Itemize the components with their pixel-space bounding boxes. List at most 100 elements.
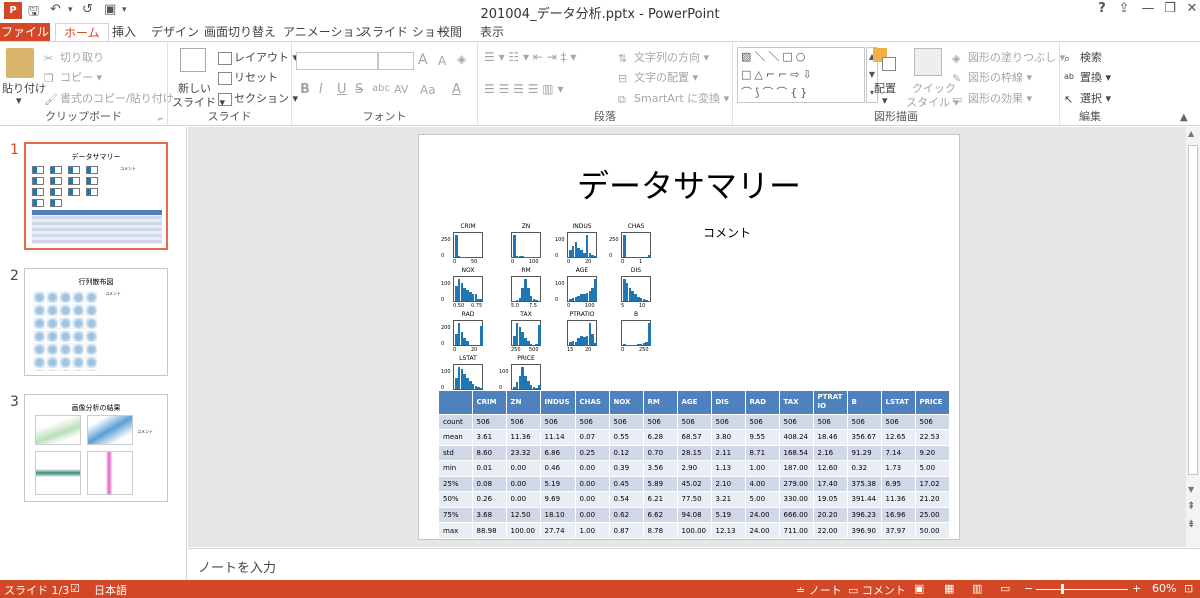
- new-slide-icon[interactable]: [180, 48, 206, 72]
- collapse-ribbon-icon[interactable]: ▲: [1180, 112, 1188, 123]
- find-button[interactable]: ⌕ 検索: [1064, 49, 1102, 65]
- histogram-bar: [594, 255, 597, 257]
- tab-transitions[interactable]: 画面切り替え: [196, 23, 284, 42]
- arrange-dropdown-icon[interactable]: ▾: [882, 94, 888, 107]
- paste-button[interactable]: 貼り付け: [2, 80, 46, 96]
- zoom-slider[interactable]: [1036, 589, 1128, 590]
- table-cell: 8.71: [745, 444, 780, 461]
- grow-font-button[interactable]: A: [418, 52, 428, 68]
- text-direction-button[interactable]: ⇅ 文字列の方向 ▾: [618, 49, 709, 65]
- summary-table[interactable]: CRIM ZN INDUS CHAS NOX RM AGE DIS RAD TAX PTRAT IO…: [439, 391, 950, 538]
- replace-button[interactable]: ab 置換 ▾: [1064, 69, 1111, 85]
- shapes-gallery[interactable]: ▧＼＼□○ □△⌐⌐⇨⇩ ⌒⟆⌒⌒{}: [737, 47, 865, 103]
- layout-button[interactable]: レイアウト ▾: [218, 49, 298, 65]
- slide-thumbnail-3[interactable]: 画像分析の結果 コメント: [24, 394, 168, 502]
- select-button[interactable]: ↖ 選択 ▾: [1064, 90, 1111, 106]
- cut-button[interactable]: ✂ 切り取り: [44, 49, 104, 65]
- fit-slide-icon[interactable]: ⊡: [1184, 582, 1193, 595]
- close-icon[interactable]: ✕: [1180, 1, 1200, 16]
- alignment-icons[interactable]: ☰ ☰ ☰ ☰ ▥ ▾: [484, 82, 563, 96]
- shadow-button[interactable]: abc: [372, 83, 390, 94]
- histogram-bar: [513, 235, 516, 257]
- slideshow-view-icon[interactable]: ▭: [1000, 582, 1010, 595]
- quick-styles-icon[interactable]: [914, 48, 942, 76]
- vertical-scrollbar[interactable]: ▲ ▼ ⇞ ⇟: [1186, 127, 1200, 547]
- arrange-icon[interactable]: [873, 48, 899, 72]
- table-header-cell: ZN: [506, 391, 541, 414]
- prediction-scatter-preview: [87, 415, 133, 445]
- table-cell: 75%: [439, 506, 473, 523]
- notes-placeholder[interactable]: ノートを入力: [198, 557, 276, 576]
- scroll-down-icon[interactable]: ▼: [1188, 485, 1194, 494]
- language-indicator[interactable]: 日本語: [94, 582, 127, 598]
- reading-view-icon[interactable]: ▥: [972, 582, 982, 595]
- tab-home[interactable]: ホーム: [55, 23, 109, 42]
- slide-title[interactable]: データサマリー: [419, 161, 959, 207]
- previous-slide-icon[interactable]: ⇞: [1187, 501, 1195, 512]
- next-slide-icon[interactable]: ⇟: [1187, 519, 1195, 530]
- current-slide[interactable]: データサマリー コメント CRIM 250 0 0 50 ZN 0 100 INDUS 100 0 0…: [418, 134, 960, 540]
- slide-sorter-icon[interactable]: ▦: [944, 582, 954, 595]
- restore-icon[interactable]: ❐: [1158, 1, 1182, 16]
- notes-toggle[interactable]: ≐ ノート: [796, 582, 842, 598]
- histogram-axes: [453, 364, 483, 390]
- reset-button[interactable]: リセット: [218, 69, 278, 85]
- table-header-cell: CRIM: [472, 391, 507, 414]
- font-name-combo[interactable]: [296, 52, 378, 70]
- font-color-button[interactable]: A: [452, 82, 461, 97]
- histogram-xtick: 0: [567, 259, 571, 265]
- format-painter-button[interactable]: 🖌 書式のコピー/貼り付け: [44, 90, 174, 106]
- zoom-in-button[interactable]: +: [1132, 582, 1141, 595]
- paste-icon[interactable]: [6, 48, 34, 78]
- histogram: CHAS 250 0 0 1: [609, 223, 677, 267]
- slide-thumbnail-2[interactable]: 行列散布図 コメント: [24, 268, 168, 376]
- align-text-button[interactable]: ⊟ 文字の配置 ▾: [618, 69, 698, 85]
- font-size-combo[interactable]: [378, 52, 414, 70]
- clear-formatting-icon[interactable]: ◈: [457, 52, 466, 66]
- shape-fill-button[interactable]: ◈ 図形の塗りつぶし ▾: [952, 49, 1065, 65]
- slide-thumbnail-1[interactable]: データサマリー コメント: [24, 142, 168, 250]
- shape-outline-button[interactable]: ✎ 図形の枠線 ▾: [952, 69, 1032, 85]
- table-header-cell: INDUS: [540, 391, 576, 414]
- ribbon-display-options-icon[interactable]: ⇪: [1112, 1, 1136, 16]
- tab-view[interactable]: 表示: [472, 23, 512, 42]
- spell-check-icon[interactable]: ☑: [70, 582, 80, 595]
- help-button[interactable]: ?: [1090, 1, 1114, 16]
- italic-button[interactable]: I: [319, 82, 323, 97]
- dialog-launcher-icon[interactable]: ⌐: [157, 115, 164, 124]
- scroll-thumb[interactable]: [1188, 145, 1198, 475]
- shape-effects-button[interactable]: ▭ 図形の効果 ▾: [952, 90, 1032, 106]
- underline-button[interactable]: U: [337, 82, 347, 97]
- change-case-button[interactable]: Aa: [420, 83, 436, 97]
- character-spacing-button[interactable]: AV: [394, 83, 408, 96]
- smartart-button[interactable]: ⧉ SmartArt に変換 ▾: [618, 90, 729, 106]
- section-button[interactable]: セクション ▾: [218, 90, 298, 106]
- zoom-out-button[interactable]: −: [1024, 582, 1033, 595]
- bold-button[interactable]: B: [300, 82, 310, 97]
- histogram-grid[interactable]: CRIM 250 0 0 50 ZN 0 100 INDUS 100 0 0 20 CHAS 250 0 0 1 N…: [441, 223, 681, 397]
- normal-view-icon[interactable]: ▣: [914, 582, 924, 595]
- zoom-slider-thumb[interactable]: [1061, 584, 1064, 594]
- table-cell: 3.21: [711, 491, 746, 507]
- minimize-icon[interactable]: —: [1136, 1, 1160, 16]
- bullets-icon[interactable]: ☰ ▾ ☷ ▾ ⇤ ⇥ ‡ ▾: [484, 50, 576, 64]
- table-cell: 506: [609, 413, 644, 430]
- notes-pane[interactable]: ノートを入力: [188, 548, 1200, 580]
- comments-toggle[interactable]: ▭ コメント: [848, 582, 906, 598]
- zoom-level[interactable]: 60%: [1152, 582, 1176, 595]
- tab-file[interactable]: ファイル: [0, 23, 50, 42]
- shrink-font-button[interactable]: A: [438, 54, 446, 68]
- tab-review[interactable]: 校閲: [430, 23, 470, 42]
- strikethrough-button[interactable]: S: [355, 82, 363, 97]
- slide-comment[interactable]: コメント: [703, 224, 751, 241]
- scroll-up-icon[interactable]: ▲: [1188, 129, 1194, 138]
- title-bar: P 🖫 ↶ ▾ ↺ ▣ ▾ 201004_データ分析.pptx - PowerP…: [0, 0, 1200, 22]
- copy-button[interactable]: ❐ コピー ▾: [44, 69, 102, 85]
- table-cell: 506: [643, 413, 678, 430]
- tab-insert[interactable]: 挿入: [104, 23, 144, 42]
- paste-dropdown-icon[interactable]: ▾: [16, 94, 22, 107]
- copy-label: コピー: [60, 71, 93, 84]
- histogram-xtick: 15: [567, 347, 574, 353]
- group-label-editing: 編集: [1079, 110, 1101, 123]
- thumbnail-histogram: [50, 166, 62, 174]
